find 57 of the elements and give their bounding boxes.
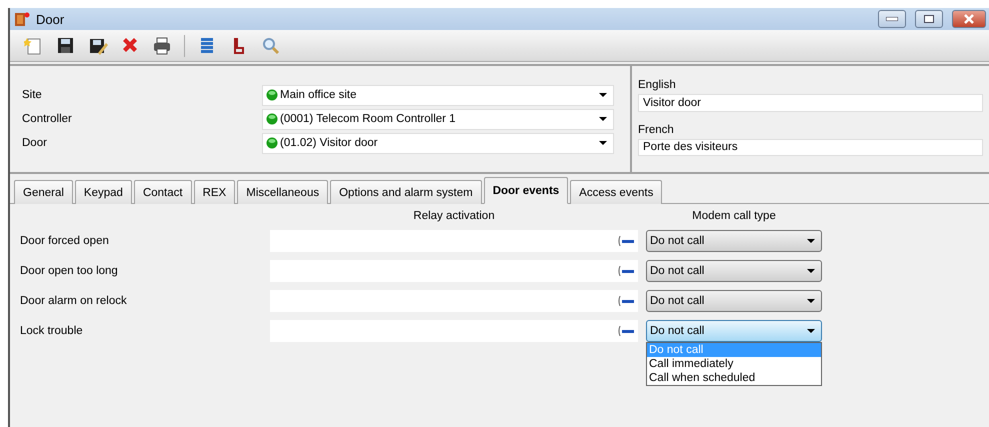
caret-icon [807,299,815,303]
event-label: Lock trouble [20,325,84,337]
maximize-button[interactable] [915,10,943,28]
event-label: Door open too long [20,265,119,277]
status-led-icon [266,137,278,149]
call-type-dropdown[interactable]: Do not call [646,290,822,312]
status-led-icon [266,113,278,125]
field-label: Controller [22,113,73,125]
language-label: French [638,124,675,136]
search-icon[interactable] [261,36,281,56]
field-label: Door [22,137,48,149]
caret-icon [599,93,607,97]
relay-input-field[interactable] [270,290,638,312]
name-input-field[interactable]: Visitor door [638,94,983,112]
browse-icon[interactable] [618,266,634,276]
save-icon[interactable] [56,36,76,56]
tab[interactable]: Contact [134,180,192,204]
caret-icon [807,329,815,333]
door-app-icon [14,11,30,27]
field-label: Site [22,89,43,101]
minimize-button[interactable] [878,10,906,28]
browse-icon[interactable] [618,326,634,336]
caret-icon [599,141,607,145]
minimize-icon [886,17,898,21]
relay-input-field[interactable] [270,320,638,342]
close-icon [964,14,974,24]
tab[interactable]: Miscellaneous [237,180,328,204]
maximize-icon [924,15,934,23]
browse-icon[interactable] [618,236,634,246]
tab[interactable]: Door events [484,177,568,204]
select-dropdown[interactable]: (0001) Telecom Room Controller 1 [262,108,614,130]
tab[interactable]: Options and alarm system [330,180,482,204]
tab[interactable]: Access events [570,180,662,204]
caret-icon [599,117,607,121]
browse-icon[interactable] [618,296,634,306]
close-button[interactable] [952,10,986,28]
tab[interactable]: General [14,180,73,204]
name-input-field[interactable]: Porte des visiteurs [638,138,983,156]
tab[interactable]: REX [194,180,236,204]
call-type-dropdown[interactable]: Do not call [646,260,822,282]
select-dropdown[interactable]: Main office site [262,84,614,106]
window-title: Door [36,12,66,26]
select-dropdown[interactable]: (01.02) Visitor door [262,132,614,154]
call-type-dropdown[interactable]: Do not call [646,230,822,252]
status-led-icon [266,89,278,101]
caret-icon [807,269,815,273]
column-header: Relay activation [412,210,496,222]
caret-icon [807,239,815,243]
print-icon[interactable] [152,36,172,56]
call-type-dropdown[interactable]: Do not call [646,320,822,342]
relay-input-field[interactable] [270,230,638,252]
language-label: English [638,79,677,91]
relay-input-field[interactable] [270,260,638,282]
column-header: Modem call type [691,210,777,222]
event-label: Door alarm on relock [20,295,128,307]
tab[interactable]: Keypad [74,180,132,204]
event-label: Door forced open [20,235,110,247]
